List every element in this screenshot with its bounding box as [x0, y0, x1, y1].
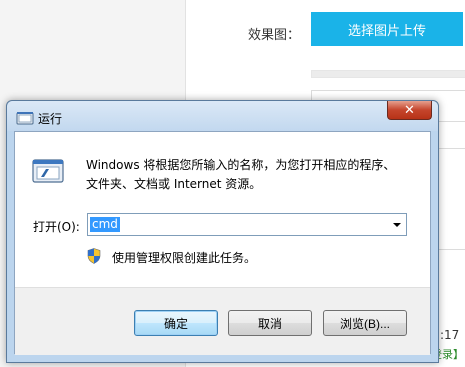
open-input-value[interactable]: cmd	[90, 217, 120, 232]
dialog-titlebar[interactable]: 运行 ✕	[7, 101, 438, 131]
browse-button[interactable]: 浏览(B)...	[323, 310, 407, 336]
admin-privilege-note: 使用管理权限创建此任务。	[112, 251, 257, 265]
close-button[interactable]: ✕	[387, 101, 432, 120]
uac-shield-icon	[87, 248, 101, 264]
open-label: 打开(O):	[33, 220, 80, 234]
cancel-button[interactable]: 取消	[228, 310, 312, 336]
dialog-content: Windows 将根据您所输入的名称，为您打开相应的程序、 文件夹、文档或 In…	[14, 131, 431, 355]
run-dialog: 运行 ✕ Windows 将根据您所输入的名称，为您打开相应的程序、 文件夹、文…	[6, 100, 439, 363]
background-side-field[interactable]	[436, 148, 465, 250]
dropdown-arrow-icon[interactable]	[393, 223, 401, 227]
button-bar: 确定 取消 浏览(B)...	[15, 287, 430, 355]
upload-image-button[interactable]: 选择图片上传	[311, 12, 463, 46]
close-icon: ✕	[404, 102, 415, 118]
dialog-title: 运行	[38, 112, 63, 126]
run-app-icon	[16, 110, 34, 125]
background-time-text: :17	[440, 328, 460, 342]
background-progress-bar	[311, 70, 465, 78]
open-combobox[interactable]: cmd	[87, 213, 407, 236]
run-description: Windows 将根据您所输入的名称，为您打开相应的程序、 文件夹、文档或 In…	[86, 158, 396, 191]
effect-image-label: 效果图：	[248, 28, 301, 43]
ok-button[interactable]: 确定	[134, 310, 218, 336]
run-program-icon	[32, 158, 64, 184]
